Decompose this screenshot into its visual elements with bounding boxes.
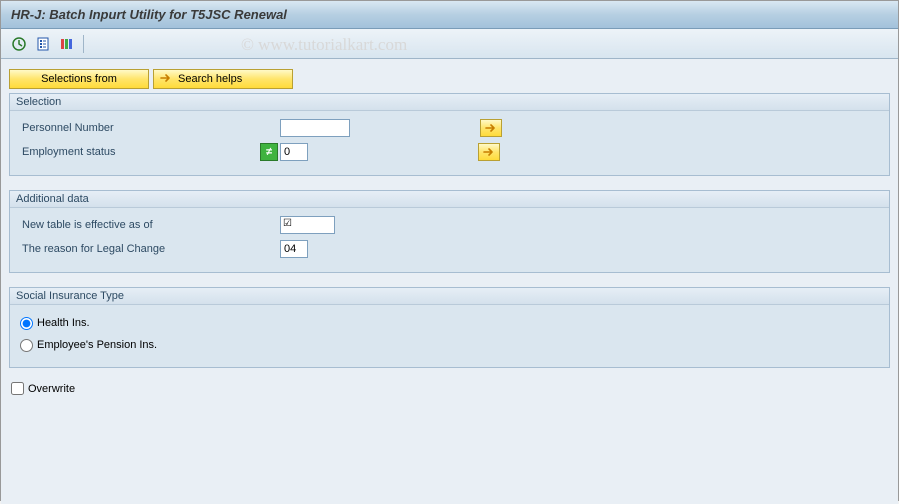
group-additional: Additional data New table is effective a… — [9, 190, 890, 273]
search-helps-button[interactable]: Search helps — [153, 69, 293, 89]
personnel-number-multi-button[interactable] — [480, 119, 502, 137]
pension-radio-label: Employee's Pension Ins. — [37, 339, 157, 351]
button-row: Selections from Search helps — [9, 69, 890, 89]
employment-status-multi-button[interactable] — [478, 143, 500, 161]
arrow-right-icon — [160, 73, 172, 86]
health-radio[interactable] — [20, 317, 33, 330]
arrow-right-icon — [483, 147, 495, 157]
group-social: Social Insurance Type Health Ins. Employ… — [9, 287, 890, 368]
window-title: HR-J: Batch Inpurt Utility for T5JSC Ren… — [1, 1, 898, 29]
reason-label: The reason for Legal Change — [20, 243, 280, 255]
content-area: Selections from Search helps Selection P… — [1, 59, 898, 504]
not-equal-icon[interactable]: ≠ — [260, 143, 278, 161]
employment-status-input[interactable] — [280, 143, 308, 161]
pension-radio[interactable] — [20, 339, 33, 352]
overwrite-label: Overwrite — [28, 383, 75, 395]
selections-from-button[interactable]: Selections from — [9, 69, 149, 89]
effective-row: New table is effective as of ☑ — [20, 214, 879, 236]
group-additional-title: Additional data — [10, 191, 889, 208]
personnel-number-label: Personnel Number — [20, 122, 260, 134]
group-selection: Selection Personnel Number Employment st… — [9, 93, 890, 176]
variants-icon[interactable] — [57, 34, 77, 54]
personnel-number-input[interactable] — [280, 119, 350, 137]
arrow-right-icon — [485, 123, 497, 133]
employment-status-label: Employment status — [20, 146, 260, 158]
overwrite-row: Overwrite — [9, 382, 890, 395]
personnel-number-row: Personnel Number — [20, 117, 879, 139]
effective-label: New table is effective as of — [20, 219, 280, 231]
group-social-title: Social Insurance Type — [10, 288, 889, 305]
app-toolbar — [1, 29, 898, 59]
health-radio-row: Health Ins. — [20, 313, 879, 333]
reason-row: The reason for Legal Change — [20, 238, 879, 260]
effective-input[interactable] — [280, 216, 335, 234]
health-radio-label: Health Ins. — [37, 317, 90, 329]
search-helps-label: Search helps — [178, 73, 242, 85]
execute-icon[interactable] — [9, 34, 29, 54]
pension-radio-row: Employee's Pension Ins. — [20, 335, 879, 355]
reason-input[interactable] — [280, 240, 308, 258]
employment-status-row: Employment status ≠ — [20, 141, 879, 163]
toolbar-separator — [83, 35, 84, 53]
overview-icon[interactable] — [33, 34, 53, 54]
group-selection-title: Selection — [10, 94, 889, 111]
overwrite-checkbox[interactable] — [11, 382, 24, 395]
